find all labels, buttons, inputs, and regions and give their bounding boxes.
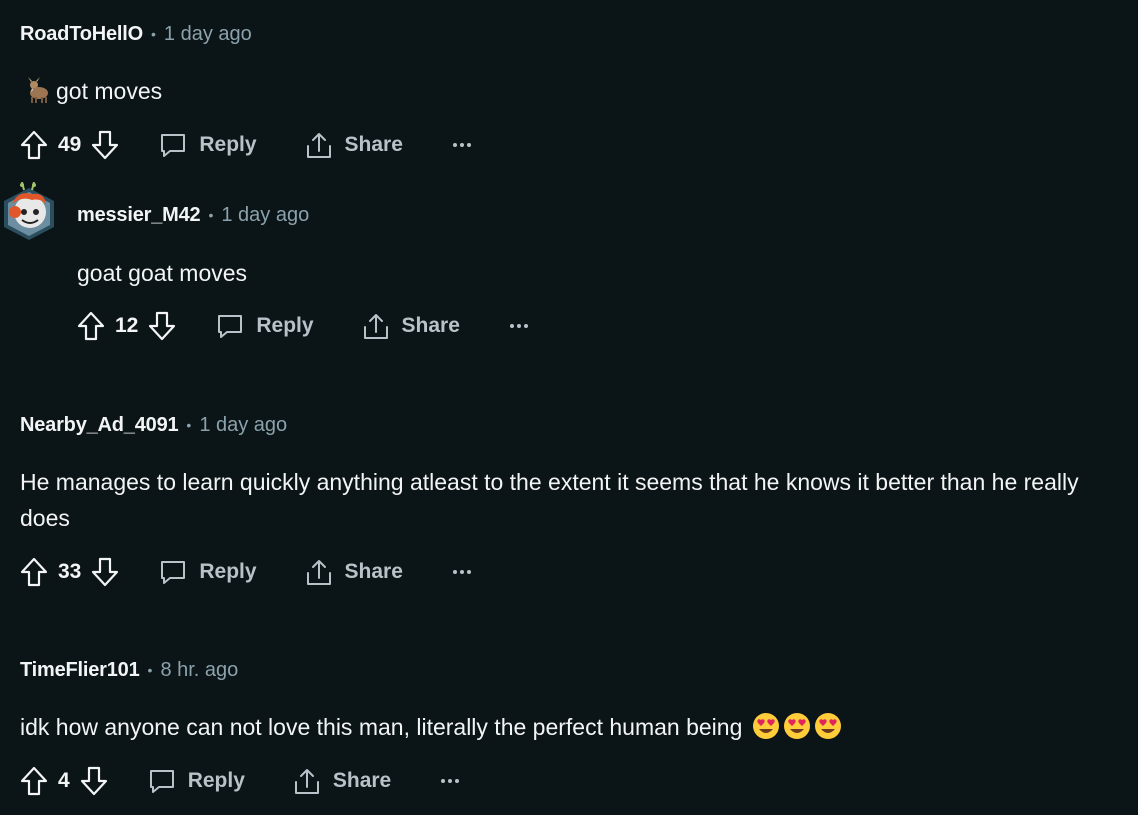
reply-icon [218,315,243,338]
comment-text: He manages to learn quickly anything atl… [20,469,1079,531]
reply-button[interactable]: Reply [148,767,245,795]
downvote-icon[interactable] [148,311,176,341]
comment-time[interactable]: 1 day ago [164,23,252,46]
comment-author[interactable]: Nearby_Ad_4091 [20,414,179,437]
reply-label: Reply [199,560,257,583]
share-label: Share [344,133,403,156]
comment-time[interactable]: 8 hr. ago [160,659,238,682]
heart-eyes-emoji [752,713,779,739]
share-label: Share [401,314,460,337]
reply-button[interactable]: Reply [216,312,314,340]
vote-count: 33 [58,560,82,583]
comment-actions: 12 Reply Share [77,306,530,346]
reply-label: Reply [199,133,257,156]
separator-dot: • [147,662,153,678]
comment-body: idk how anyone can not love this man, li… [20,709,842,745]
vote-group: 12 [77,311,176,341]
vote-count: 49 [58,133,82,156]
vote-group: 4 [20,766,108,796]
downvote-icon[interactable] [91,130,119,160]
reply-icon [161,561,186,584]
heart-eyes-emoji [814,713,841,739]
heart-eyes-emoji [783,713,810,739]
share-icon [294,769,319,794]
comment-body: goat goat moves [77,255,247,291]
snoo-avatar[interactable] [0,182,58,244]
share-button[interactable]: Share [305,558,403,586]
more-options-button[interactable] [451,567,473,577]
reply-icon [149,770,174,793]
comment-body: got moves [22,73,162,109]
share-button[interactable]: Share [362,312,460,340]
vote-count: 4 [58,769,70,792]
vote-group: 49 [20,130,119,160]
share-label: Share [332,769,392,792]
vote-group: 33 [20,557,119,587]
comment-text: idk how anyone can not love this man, li… [20,714,743,740]
upvote-icon[interactable] [20,557,48,587]
more-options-button[interactable] [439,776,461,786]
separator-dot: • [151,26,156,42]
reply-label: Reply [187,769,245,792]
share-button[interactable]: Share [305,131,403,159]
comment-text: got moves [56,78,163,104]
more-options-button[interactable] [508,321,530,331]
more-icon [509,324,528,328]
more-options-button[interactable] [451,140,473,150]
more-icon [452,143,471,147]
reply-icon [161,134,186,157]
comment-actions: 4 Reply Share [20,761,461,801]
more-icon [452,570,471,574]
reply-button[interactable]: Reply [159,131,257,159]
comment-meta: messier_M42 • 1 day ago [77,200,309,230]
comment-meta: TimeFlier101 • 8 hr. ago [20,655,238,685]
upvote-icon[interactable] [20,766,48,796]
goat-emoji [28,77,48,103]
comment-author[interactable]: messier_M42 [77,204,201,227]
separator-dot: • [208,207,214,223]
comment-actions: 49 Reply Share [20,125,473,165]
share-label: Share [344,560,403,583]
comment-meta: Nearby_Ad_4091 • 1 day ago [20,410,287,440]
comment-meta: RoadToHellO • 1 day ago [20,19,252,49]
share-button[interactable]: Share [293,767,391,795]
comment-time[interactable]: 1 day ago [199,414,287,437]
upvote-icon[interactable] [20,130,48,160]
comment-body: He manages to learn quickly anything atl… [20,464,1115,536]
comment-author[interactable]: RoadToHellO [20,23,143,46]
vote-count: 12 [115,314,139,337]
more-icon [441,779,460,783]
upvote-icon[interactable] [77,311,105,341]
reply-button[interactable]: Reply [159,558,257,586]
share-icon [306,560,331,585]
comment-time[interactable]: 1 day ago [221,204,309,227]
comment-text: goat goat moves [77,260,248,286]
share-icon [306,133,331,158]
separator-dot: • [186,417,192,433]
reply-label: Reply [256,314,314,337]
downvote-icon[interactable] [91,557,119,587]
comment-actions: 33 Reply Share [20,552,473,592]
comment-author[interactable]: TimeFlier101 [20,659,140,682]
share-icon [363,314,388,339]
downvote-icon[interactable] [80,766,108,796]
